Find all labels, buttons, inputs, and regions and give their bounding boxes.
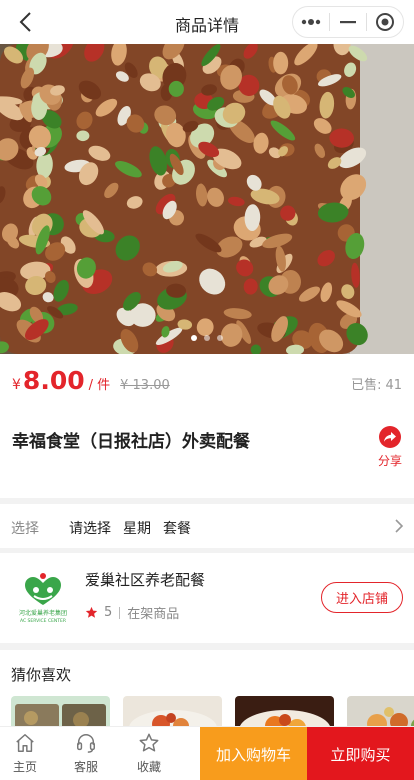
select-label: 选择 bbox=[11, 521, 39, 537]
more-button[interactable] bbox=[293, 7, 329, 37]
tab-favorite[interactable]: 收藏 bbox=[124, 731, 174, 775]
tab-label: 客服 bbox=[73, 760, 98, 774]
shop-meta: 5 在架商品 bbox=[85, 603, 179, 622]
star-icon bbox=[124, 731, 174, 755]
add-to-cart-button[interactable]: 加入购物车 bbox=[200, 727, 307, 780]
shop-goods-label: 在架商品 bbox=[127, 607, 180, 622]
nav-bar: 商品详情 bbox=[0, 0, 414, 44]
minimize-icon bbox=[339, 21, 356, 24]
bottom-action-bar: 主页 客服 收藏 加入购物车 立即购买 bbox=[0, 726, 414, 780]
product-image-carousel[interactable] bbox=[0, 44, 414, 354]
product-detail-page: 商品详情 ¥ 8.00 / 件 ¥ 13.00 已售: 41 幸福食堂（日报社店… bbox=[0, 0, 414, 780]
share-icon bbox=[379, 426, 401, 448]
select-values: 请选择 星期 套餐 bbox=[69, 518, 203, 538]
carousel-dot[interactable] bbox=[191, 335, 197, 341]
carousel-indicator bbox=[0, 335, 414, 341]
shop-rating: 5 bbox=[104, 605, 113, 620]
star-icon bbox=[85, 606, 98, 618]
select-value: 星期 bbox=[123, 521, 151, 537]
price: 8.00 bbox=[22, 366, 85, 395]
tab-service[interactable]: 客服 bbox=[61, 731, 111, 775]
food-photo bbox=[0, 44, 414, 354]
sold-value: 41 bbox=[385, 378, 402, 393]
enter-shop-button[interactable]: 进入店铺 bbox=[321, 582, 403, 613]
buy-now-button[interactable]: 立即购买 bbox=[307, 727, 414, 780]
sold-label: 已售: bbox=[351, 378, 382, 393]
home-icon bbox=[0, 731, 50, 755]
spec-select-row[interactable]: 选择 请选择 星期 套餐 bbox=[0, 504, 414, 548]
original-price: ¥ 13.00 bbox=[120, 378, 170, 393]
tab-label: 收藏 bbox=[136, 760, 161, 774]
logo-text-en: AC SERVICE CENTER bbox=[20, 618, 66, 624]
sold-count: 已售: 41 bbox=[347, 374, 402, 393]
product-info: ¥ 8.00 / 件 ¥ 13.00 已售: 41 幸福食堂（日报社店）外卖配餐 … bbox=[0, 354, 414, 498]
minimize-button[interactable] bbox=[330, 7, 366, 37]
target-icon bbox=[375, 13, 394, 31]
tab-home[interactable]: 主页 bbox=[0, 731, 50, 775]
shop-logo: 河北爱巢养老集团 AC SERVICE CENTER bbox=[14, 571, 72, 625]
tab-label: 主页 bbox=[12, 760, 37, 774]
share-label: 分享 bbox=[377, 454, 402, 468]
logo-text-cn: 河北爱巢养老集团 bbox=[19, 609, 67, 617]
share-button[interactable]: 分享 bbox=[377, 426, 403, 469]
headset-icon bbox=[61, 731, 111, 755]
price-unit: / 件 bbox=[88, 378, 111, 393]
shop-name: 爱巢社区养老配餐 bbox=[85, 571, 206, 589]
select-value: 请选择 bbox=[69, 521, 111, 537]
carousel-dot[interactable] bbox=[204, 335, 210, 341]
more-dots-icon bbox=[301, 19, 321, 25]
select-value: 套餐 bbox=[163, 521, 191, 537]
shop-card: 河北爱巢养老集团 AC SERVICE CENTER 爱巢社区养老配餐 5 在架… bbox=[0, 553, 414, 643]
product-title: 幸福食堂（日报社店）外卖配餐 bbox=[12, 432, 250, 452]
meta-divider bbox=[119, 606, 121, 619]
close-program-button[interactable] bbox=[367, 7, 403, 37]
carousel-dot[interactable] bbox=[217, 335, 223, 341]
recommend-title: 猜你喜欢 bbox=[11, 666, 72, 684]
price-row: ¥ 8.00 / 件 ¥ 13.00 bbox=[12, 366, 170, 395]
chevron-right-icon bbox=[395, 519, 404, 533]
currency-symbol: ¥ bbox=[12, 377, 21, 393]
mini-program-capsule bbox=[292, 6, 404, 38]
